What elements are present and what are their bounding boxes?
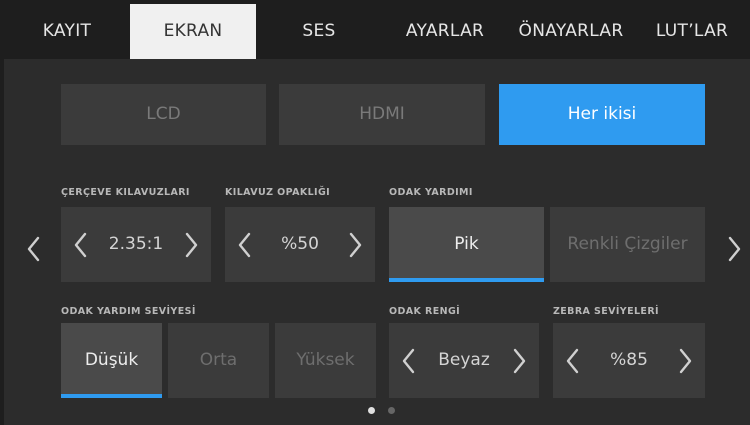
focus-color-increase[interactable]	[507, 347, 531, 375]
frame-guides-increase[interactable]	[179, 231, 203, 259]
chevron-right-icon	[728, 236, 741, 262]
frame-guides-label: ÇERÇEVE KILAVUZLARI	[61, 187, 190, 198]
chevron-right-icon	[349, 232, 362, 258]
zebra-levels-label: ZEBRA SEVİYELERİ	[553, 306, 659, 317]
focus-level-medium-option[interactable]: Orta	[168, 323, 269, 398]
focus-assist-colored-lines-option[interactable]: Renkli Çizgiler	[550, 207, 705, 282]
previous-page-arrow[interactable]	[22, 229, 46, 269]
focus-assist-label: ODAK YARDIMI	[389, 187, 473, 198]
tab-presets[interactable]: ÖNAYARLAR	[508, 4, 634, 59]
chevron-left-icon	[74, 232, 87, 258]
chevron-left-icon	[402, 348, 415, 374]
tab-audio[interactable]: SES	[256, 4, 382, 59]
tab-bar: KAYIT EKRAN SES AYARLAR ÖNAYARLAR LUT’LA…	[4, 4, 750, 59]
focus-level-low-label: Düşük	[84, 350, 139, 370]
zebra-levels-stepper: %85	[553, 323, 705, 398]
focus-color-stepper: Beyaz	[389, 323, 539, 398]
both-displays-button[interactable]: Her ikisi	[499, 84, 705, 145]
tab-luts[interactable]: LUT’LAR	[634, 4, 750, 59]
focus-assist-peak-label: Pik	[454, 234, 479, 254]
focus-level-low-option[interactable]: Düşük	[61, 323, 162, 398]
tab-record[interactable]: KAYIT	[4, 4, 130, 59]
chevron-left-icon	[566, 348, 579, 374]
tab-monitor[interactable]: EKRAN	[130, 4, 256, 59]
focus-assist-peak-option[interactable]: Pik	[389, 207, 544, 282]
chevron-left-icon	[27, 236, 40, 262]
settings-panel: LCD HDMI Her ikisi ÇERÇEVE KILAVUZLARI K…	[4, 59, 750, 425]
guide-opacity-decrease[interactable]	[233, 231, 257, 259]
selected-indicator	[61, 394, 162, 398]
focus-color-decrease[interactable]	[397, 347, 421, 375]
zebra-levels-decrease[interactable]	[561, 347, 585, 375]
page-dot-active[interactable]	[368, 407, 375, 414]
next-page-arrow[interactable]	[722, 229, 746, 269]
page-dot[interactable]	[388, 407, 395, 414]
chevron-right-icon	[185, 232, 198, 258]
frame-guides-decrease[interactable]	[69, 231, 93, 259]
hdmi-button[interactable]: HDMI	[279, 84, 485, 145]
guide-opacity-increase[interactable]	[343, 231, 367, 259]
selected-indicator	[389, 278, 544, 282]
focus-color-label: ODAK RENGİ	[389, 306, 461, 317]
lcd-button[interactable]: LCD	[61, 84, 266, 145]
chevron-right-icon	[679, 348, 692, 374]
zebra-levels-increase[interactable]	[673, 347, 697, 375]
chevron-right-icon	[513, 348, 526, 374]
focus-assist-level-label: ODAK YARDIM SEVİYESİ	[61, 306, 196, 317]
chevron-left-icon	[238, 232, 251, 258]
focus-level-high-option[interactable]: Yüksek	[275, 323, 376, 398]
frame-guides-stepper: 2.35:1	[61, 207, 211, 282]
guide-opacity-stepper: %50	[225, 207, 375, 282]
guide-opacity-label: KILAVUZ OPAKLIĞI	[225, 187, 331, 198]
camera-menu: KAYIT EKRAN SES AYARLAR ÖNAYARLAR LUT’LA…	[0, 0, 750, 425]
tab-setup[interactable]: AYARLAR	[382, 4, 508, 59]
